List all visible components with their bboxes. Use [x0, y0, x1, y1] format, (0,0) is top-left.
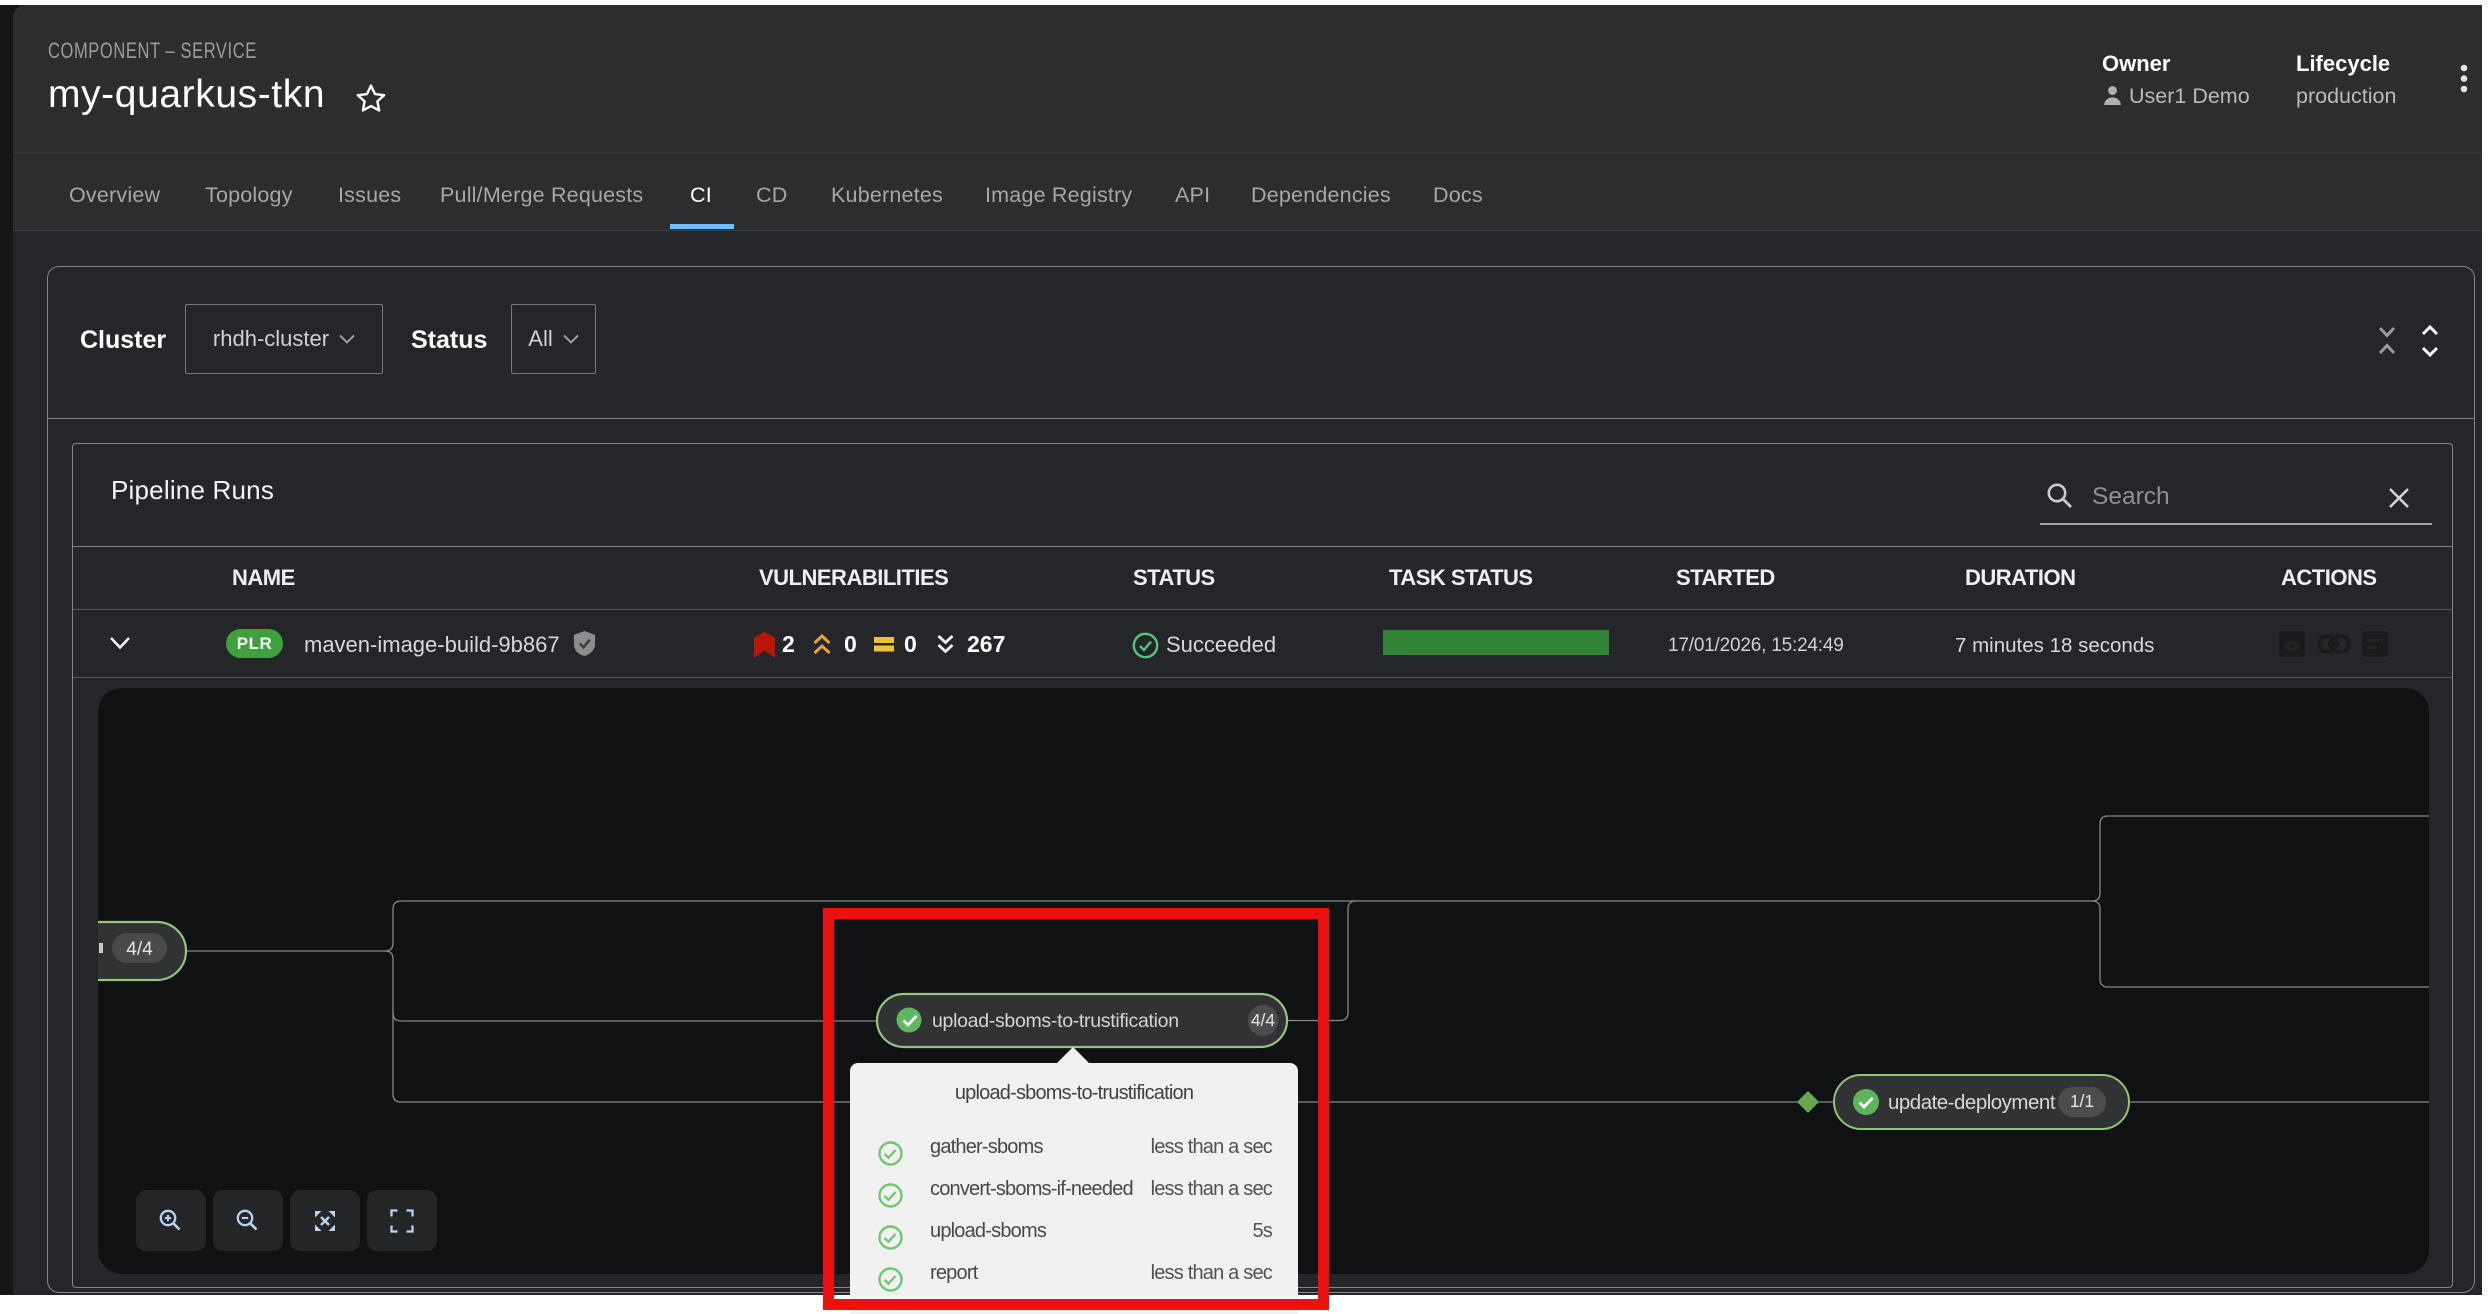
- svg-text:4/4: 4/4: [126, 939, 153, 960]
- svg-text:1/1: 1/1: [2070, 1091, 2094, 1111]
- svg-text:update-deployment: update-deployment: [1888, 1091, 2056, 1114]
